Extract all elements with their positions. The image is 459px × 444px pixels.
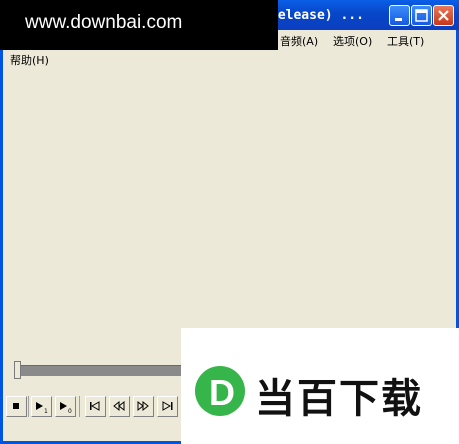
menu-options-accel: (O) xyxy=(355,35,373,48)
toolbar-separator xyxy=(28,396,29,417)
fast-forward-icon xyxy=(137,401,149,412)
menu-tools[interactable]: 工具(T) xyxy=(387,33,424,49)
toolbar-separator xyxy=(79,396,80,417)
svg-text:0: 0 xyxy=(68,408,72,413)
skip-back-icon xyxy=(90,401,100,411)
menu-help-label: 帮助 xyxy=(10,54,32,67)
close-button[interactable] xyxy=(433,5,454,26)
menu-tools-label: 工具 xyxy=(387,35,409,48)
rewind-button[interactable] xyxy=(109,396,130,417)
skip-forward-button[interactable] xyxy=(157,396,178,417)
minimize-button[interactable] xyxy=(389,5,410,26)
menu-options[interactable]: 选项(O) xyxy=(333,33,372,49)
stop-icon xyxy=(13,403,19,409)
window-title: release) ... xyxy=(270,8,364,23)
play-subscript-1-icon: 1 xyxy=(36,402,48,413)
skip-back-button[interactable] xyxy=(85,396,106,417)
stop-button[interactable] xyxy=(6,396,27,417)
svg-text:1: 1 xyxy=(44,408,48,413)
fast-forward-button[interactable] xyxy=(133,396,154,417)
menu-tools-accel: (T) xyxy=(409,35,425,48)
play-alt-button[interactable]: 0 xyxy=(55,396,76,417)
maximize-icon xyxy=(415,9,428,22)
menu-audio-label: 音频 xyxy=(280,35,302,48)
skip-forward-icon xyxy=(162,401,173,411)
maximize-button[interactable] xyxy=(411,5,432,26)
menu-help-accel: (H) xyxy=(32,54,49,67)
menu-audio[interactable]: 音频(A) xyxy=(280,33,318,49)
minimize-icon xyxy=(395,18,402,21)
menu-audio-accel: (A) xyxy=(302,35,319,48)
logo-letter: D xyxy=(209,372,235,413)
menu-help[interactable]: 帮助(H) xyxy=(10,52,49,68)
close-icon xyxy=(438,10,449,21)
menu-options-label: 选项 xyxy=(333,35,355,48)
play-step-button[interactable]: 1 xyxy=(31,396,52,417)
logo-text: 当百下载 xyxy=(255,376,423,422)
play-subscript-0-icon: 0 xyxy=(60,402,72,413)
seek-thumb[interactable] xyxy=(14,361,21,379)
rewind-icon xyxy=(113,401,125,412)
video-display-area[interactable] xyxy=(3,68,456,353)
